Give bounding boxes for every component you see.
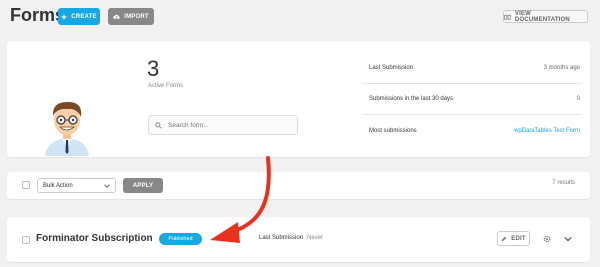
apply-button-label: APPLY	[132, 182, 154, 189]
page-title: Forms	[10, 5, 66, 25]
bulk-action-select[interactable]: Bulk Action	[37, 178, 116, 193]
stats-list: Last Submission 3 months ago Submissions…	[362, 53, 582, 146]
stat-row-submissions-30-days: Submissions in the last 30 days 0	[362, 84, 582, 115]
book-icon	[504, 14, 511, 20]
last-submission-label: Last Submission	[259, 235, 304, 241]
edit-button-label: EDIT	[511, 235, 526, 242]
edit-button[interactable]: EDIT	[497, 231, 530, 246]
apply-button[interactable]: APPLY	[123, 178, 163, 193]
create-button[interactable]: CREATE	[58, 8, 100, 25]
stat-label: Last Submission	[369, 65, 414, 71]
stat-row-last-submission: Last Submission 3 months ago	[362, 53, 582, 84]
select-all-checkbox[interactable]	[22, 181, 30, 189]
form-row: Forminator Subscription Published Last S…	[7, 217, 590, 262]
search-icon	[155, 121, 162, 129]
chevron-down-icon[interactable]	[564, 236, 572, 242]
stat-value: 3 months ago	[543, 65, 580, 71]
search-input[interactable]	[168, 121, 288, 129]
summary-card: 3 Active Forms Last Submission 3 months …	[7, 41, 590, 157]
active-forms-count: 3	[147, 56, 160, 81]
last-submission: Last Submission Never	[259, 235, 323, 241]
pencil-icon	[501, 236, 507, 241]
last-submission-value: Never	[307, 235, 324, 241]
form-name[interactable]: Forminator Subscription	[36, 233, 153, 244]
form-row-checkbox[interactable]	[22, 236, 30, 244]
mascot-illustration	[45, 101, 89, 156]
bulk-action-value: Bulk Action	[43, 182, 73, 189]
stat-row-most-submissions: Most submissions wpDataTables Test Form	[362, 115, 582, 146]
gear-icon[interactable]	[543, 235, 551, 243]
stat-label: Submissions in the last 30 days	[369, 96, 454, 102]
plus-icon	[61, 14, 67, 19]
stat-value: 0	[576, 96, 580, 102]
results-count: 7 results	[552, 180, 575, 186]
view-documentation-button[interactable]: VIEW DOCUMENTATION	[503, 10, 588, 23]
bulk-action-bar: Bulk Action APPLY 7 results	[7, 172, 590, 199]
cloud-upload-icon	[113, 14, 120, 19]
view-documentation-label: VIEW DOCUMENTATION	[514, 10, 570, 23]
import-button[interactable]: IMPORT	[108, 8, 154, 25]
import-button-label: IMPORT	[124, 13, 149, 20]
stat-label: Most submissions	[369, 127, 417, 134]
create-button-label: CREATE	[71, 13, 97, 20]
status-badge: Published	[159, 233, 202, 245]
most-submissions-link[interactable]: wpDataTables Test Form	[514, 128, 580, 134]
search-field[interactable]	[148, 115, 298, 135]
chevron-down-icon	[104, 183, 110, 188]
active-forms-label: Active Forms	[148, 83, 184, 89]
